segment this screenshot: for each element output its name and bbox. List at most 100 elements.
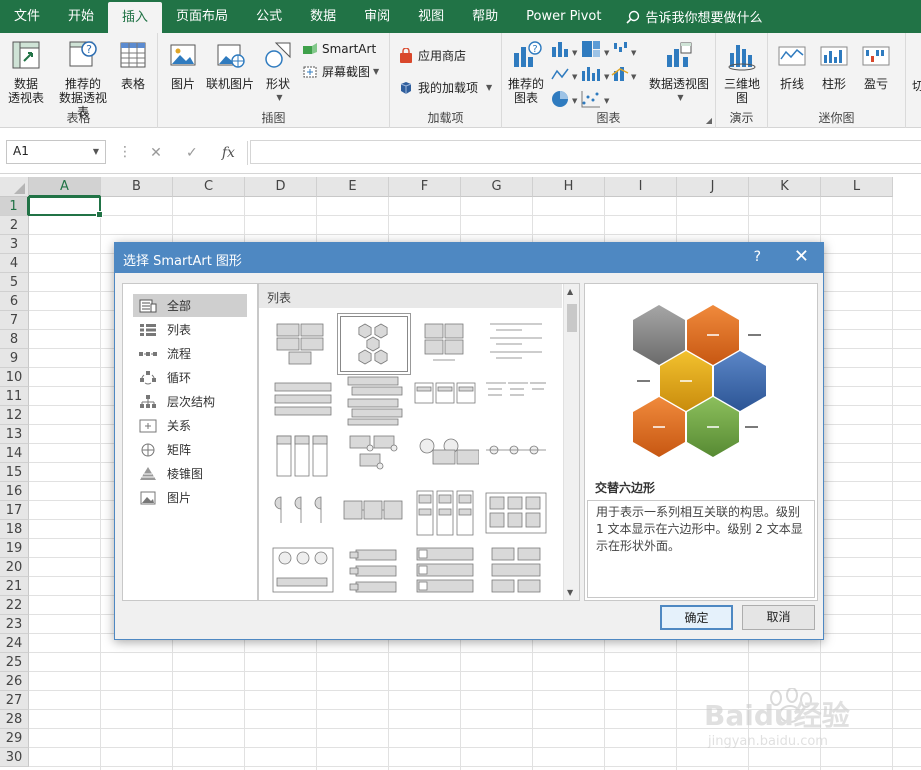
row-header-9[interactable]: 9 <box>0 349 29 368</box>
line-chart-icon[interactable]: ▼ <box>551 68 578 81</box>
category-relationship[interactable]: 关系 <box>133 414 247 437</box>
layout-thumb-alternating-hexagons[interactable] <box>338 314 410 374</box>
row-header-21[interactable]: 21 <box>0 577 29 596</box>
column-header-b[interactable]: B <box>101 177 173 197</box>
tab-data[interactable]: 数据 <box>296 0 350 33</box>
row-header-5[interactable]: 5 <box>0 273 29 292</box>
layout-thumb-vertical-box-accent-list[interactable] <box>411 544 479 600</box>
row-header-1[interactable]: 1 <box>0 197 29 216</box>
recommended-charts-button[interactable]: ? 推荐的 图表 <box>504 39 548 105</box>
layout-thumb-vertical-box-list[interactable] <box>269 430 337 486</box>
column-header-g[interactable]: G <box>461 177 533 197</box>
table-button[interactable]: 表格 <box>114 39 152 91</box>
row-header-11[interactable]: 11 <box>0 387 29 406</box>
column-header-k[interactable]: K <box>749 177 821 197</box>
chart-type-gallery[interactable]: ▼ ▼ ▼ ▼ ▼ ▼ ▼ ▼ <box>550 39 642 111</box>
row-header-17[interactable]: 17 <box>0 501 29 520</box>
name-box[interactable]: A1 ▼ <box>6 140 106 164</box>
cancel-entry-icon[interactable]: ✕ <box>150 145 162 161</box>
row-header-19[interactable]: 19 <box>0 539 29 558</box>
row-header-20[interactable]: 20 <box>0 558 29 577</box>
column-header-i[interactable]: I <box>605 177 677 197</box>
row-header-4[interactable]: 4 <box>0 254 29 273</box>
tab-page-layout[interactable]: 页面布局 <box>162 0 242 33</box>
slicer-button-cut-off[interactable]: 切 <box>908 79 921 93</box>
screenshot-button[interactable]: 屏幕截图 ▼ <box>302 63 379 80</box>
category-matrix[interactable]: 矩阵 <box>133 438 247 461</box>
layout-thumb-tab-list[interactable] <box>340 487 408 543</box>
store-button[interactable]: 应用商店 <box>398 47 466 64</box>
help-icon[interactable]: ? <box>754 249 761 265</box>
category-all[interactable]: 全部 <box>133 294 247 317</box>
close-icon[interactable]: ✕ <box>794 246 809 267</box>
formula-input[interactable] <box>250 140 921 164</box>
row-header-12[interactable]: 12 <box>0 406 29 425</box>
column-header-f[interactable]: F <box>389 177 461 197</box>
waterfall-chart-icon[interactable]: ▼ <box>614 42 637 57</box>
pictures-button[interactable]: 图片 <box>164 39 202 91</box>
layout-thumb-continuous-picture-list[interactable] <box>269 544 337 600</box>
insert-function-icon[interactable]: fx <box>222 145 235 161</box>
my-addins-button[interactable]: 我的加载项 ▼ <box>398 79 492 96</box>
row-header-29[interactable]: 29 <box>0 729 29 748</box>
combo-chart-icon[interactable]: ▼ <box>611 67 637 81</box>
online-pictures-button[interactable]: 联机图片 <box>204 39 256 91</box>
column-header-a[interactable]: A <box>29 177 101 197</box>
column-chart-icon[interactable]: ▼ <box>552 42 578 57</box>
row-header-24[interactable]: 24 <box>0 634 29 653</box>
pivotchart-button[interactable]: 数据透视图 ▼ <box>646 39 712 105</box>
column-header-c[interactable]: C <box>173 177 245 197</box>
row-header-7[interactable]: 7 <box>0 311 29 330</box>
layout-thumb-square-accent-list[interactable] <box>269 487 337 543</box>
row-header-8[interactable]: 8 <box>0 330 29 349</box>
row-header-2[interactable]: 2 <box>0 216 29 235</box>
category-cycle[interactable]: 循环 <box>133 366 247 389</box>
scroll-down-icon[interactable]: ▼ <box>567 588 573 597</box>
tab-formulas[interactable]: 公式 <box>242 0 296 33</box>
pie-chart-icon[interactable]: ▼ <box>552 91 578 107</box>
layout-scrollbar[interactable]: ▲ ▼ <box>563 284 579 600</box>
layout-thumb-bending-picture-caption[interactable] <box>411 430 480 486</box>
shapes-button[interactable]: 形状 ▼ <box>258 39 298 105</box>
tab-insert[interactable]: 插入 <box>108 2 163 33</box>
category-picture[interactable]: 图片 <box>133 486 247 509</box>
layout-thumb-horizontal-list[interactable] <box>482 487 550 543</box>
category-list-item[interactable]: 列表 <box>133 318 247 341</box>
pivottable-button[interactable]: 数据 透视表 <box>4 39 48 105</box>
layout-thumb-basic-block-list[interactable] <box>269 316 337 372</box>
row-header-30[interactable]: 30 <box>0 748 29 767</box>
row-header-25[interactable]: 25 <box>0 653 29 672</box>
scroll-thumb[interactable] <box>567 304 577 332</box>
layout-thumb-segmented-list[interactable] <box>411 487 479 543</box>
row-header-16[interactable]: 16 <box>0 482 29 501</box>
row-header-28[interactable]: 28 <box>0 710 29 729</box>
smartart-button[interactable]: SmartArt <box>302 41 376 57</box>
column-header-j[interactable]: J <box>677 177 749 197</box>
row-header-27[interactable]: 27 <box>0 691 29 710</box>
tab-help[interactable]: 帮助 <box>458 0 512 33</box>
row-header-14[interactable]: 14 <box>0 444 29 463</box>
tab-file[interactable]: 文件 <box>0 0 54 33</box>
sparkline-column-button[interactable]: 柱形 <box>816 39 852 91</box>
scatter-chart-icon[interactable]: ▼ <box>581 91 610 108</box>
layout-thumb-grid-matrix-list[interactable] <box>482 544 550 600</box>
layout-thumb-table-list[interactable] <box>411 373 479 429</box>
tell-me-search[interactable]: 告诉我你想要做什么 <box>616 0 763 33</box>
row-header-3[interactable]: 3 <box>0 235 29 254</box>
row-header-6[interactable]: 6 <box>0 292 29 311</box>
row-header-23[interactable]: 23 <box>0 615 29 634</box>
sparkline-winloss-button[interactable]: 盈亏 <box>858 39 894 91</box>
layout-thumb-vertical-bullet-list[interactable] <box>482 316 550 372</box>
charts-dialog-launcher-icon[interactable]: ◢ <box>706 116 712 125</box>
column-header-l[interactable]: L <box>821 177 893 197</box>
layout-thumb-grouped-list[interactable] <box>411 316 479 372</box>
tab-power-pivot[interactable]: Power Pivot <box>512 0 615 33</box>
dialog-title-bar[interactable]: 选择 SmartArt 图形 ? ✕ <box>115 243 823 273</box>
3d-map-button[interactable]: 三维地 图 <box>720 39 764 105</box>
hierarchy-chart-icon[interactable]: ▼ <box>582 41 610 57</box>
tab-view[interactable]: 视图 <box>404 0 458 33</box>
column-header-d[interactable]: D <box>245 177 317 197</box>
column-header-h[interactable]: H <box>533 177 605 197</box>
row-header-26[interactable]: 26 <box>0 672 29 691</box>
recommended-pivottable-button[interactable]: ? 推荐的 数据透视表 <box>54 39 112 119</box>
